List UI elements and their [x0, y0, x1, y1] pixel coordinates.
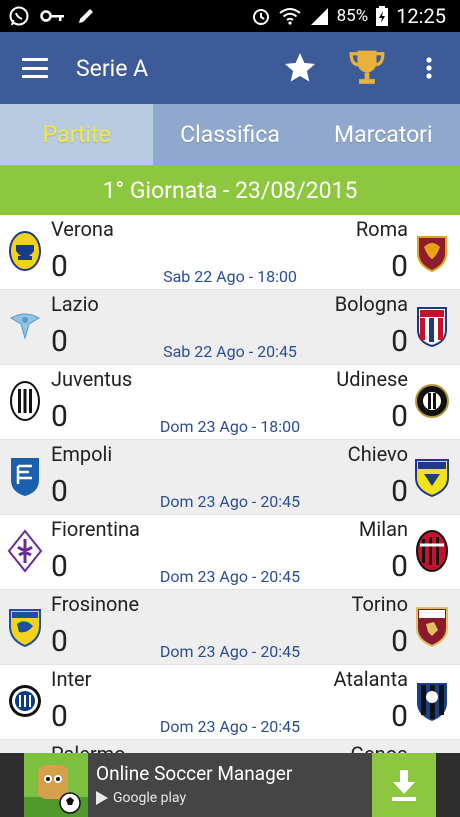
- match-list[interactable]: Verona 0 Sab 22 Ago - 18:00 Roma 0 Lazio…: [0, 215, 460, 753]
- more-options-button[interactable]: [417, 48, 441, 88]
- torino-crest-icon: [416, 607, 448, 648]
- bologna-crest-icon: [417, 307, 447, 348]
- google-play-icon: [96, 791, 108, 805]
- favorite-button[interactable]: [280, 48, 320, 88]
- away-team: Roma: [355, 217, 408, 241]
- away-score: 0: [391, 624, 408, 659]
- away-team: Bologna: [334, 292, 408, 316]
- away-score: 0: [391, 399, 408, 434]
- tab-marcatori[interactable]: Marcatori: [307, 104, 460, 165]
- match-row[interactable]: Palermo Genoa: [0, 740, 460, 753]
- star-icon: [285, 53, 315, 82]
- match-row[interactable]: Inter 0 Dom 23 Ago - 20:45 Atalanta 0: [0, 665, 460, 740]
- match-row[interactable]: Verona 0 Sab 22 Ago - 18:00 Roma 0: [0, 215, 460, 290]
- trophy-button[interactable]: [347, 46, 387, 90]
- away-score: 0: [391, 549, 408, 584]
- ad-title: Online Soccer Manager: [96, 762, 293, 785]
- whatsapp-icon: [9, 6, 29, 26]
- home-team: Frosinone: [51, 592, 140, 616]
- match-row[interactable]: Fiorentina 0 Dom 23 Ago - 20:45 Milan 0: [0, 515, 460, 590]
- pencil-icon: [79, 9, 93, 23]
- download-button[interactable]: [372, 753, 436, 817]
- tab-partite[interactable]: Partite: [0, 104, 154, 165]
- away-team: Milan: [358, 517, 408, 541]
- app-bar: Serie A: [0, 32, 460, 104]
- match-row[interactable]: Frosinone 0 Dom 23 Ago - 20:45 Torino 0: [0, 590, 460, 665]
- ad-content[interactable]: Online Soccer Manager Google play: [24, 753, 436, 817]
- battery-charging-icon: [376, 6, 389, 26]
- home-team: Verona: [51, 217, 114, 241]
- battery-percent: 85%: [336, 6, 369, 26]
- home-team: Palermo: [51, 742, 126, 753]
- away-team: Chievo: [347, 442, 408, 466]
- menu-icon[interactable]: [22, 58, 48, 78]
- match-row[interactable]: Lazio 0 Sab 22 Ago - 20:45 Bologna 0: [0, 290, 460, 365]
- key-icon: [40, 10, 64, 22]
- trophy-icon: [349, 50, 385, 84]
- wifi-icon: [279, 8, 301, 25]
- more-vert-icon: [426, 57, 432, 79]
- home-team: Inter: [51, 667, 92, 691]
- clock: 12:25: [396, 4, 446, 28]
- away-score: 0: [391, 699, 408, 734]
- away-team: Torino: [351, 592, 408, 616]
- udinese-crest-icon: [415, 384, 449, 418]
- milan-crest-icon: [416, 530, 448, 572]
- status-bar: 85% 12:25: [0, 0, 460, 32]
- download-icon: [392, 770, 416, 801]
- atalanta-crest-icon: [417, 683, 447, 721]
- tab-bar: Partite Classifica Marcatori: [0, 104, 460, 165]
- away-team: Genoa: [350, 742, 408, 753]
- match-row[interactable]: Empoli 0 Dom 23 Ago - 20:45 Chievo 0: [0, 440, 460, 515]
- home-team: Lazio: [51, 292, 99, 316]
- round-header: 1° Giornata - 23/08/2015: [0, 165, 460, 215]
- away-score: 0: [391, 324, 408, 359]
- away-score: 0: [391, 474, 408, 509]
- tab-classifica[interactable]: Classifica: [153, 104, 306, 165]
- home-team: Juventus: [51, 367, 133, 391]
- away-score: 0: [391, 249, 408, 284]
- alarm-icon: [252, 9, 269, 25]
- match-row[interactable]: Juventus 0 Dom 23 Ago - 18:00 Udinese 0: [0, 365, 460, 440]
- ad-store-label: Google play: [113, 790, 187, 806]
- roma-crest-icon: [417, 236, 447, 273]
- ad-store: Google play: [96, 790, 186, 806]
- away-team: Udinese: [336, 367, 408, 391]
- page-title: Serie A: [76, 54, 149, 82]
- signal-icon: [310, 8, 328, 25]
- home-team: Fiorentina: [51, 517, 140, 541]
- home-team: Empoli: [51, 442, 113, 466]
- soccer-manager-app-icon: [24, 753, 88, 817]
- ad-banner[interactable]: Online Soccer Manager Google play: [0, 753, 460, 817]
- chievo-crest-icon: [415, 459, 449, 498]
- away-team: Atalanta: [333, 667, 408, 691]
